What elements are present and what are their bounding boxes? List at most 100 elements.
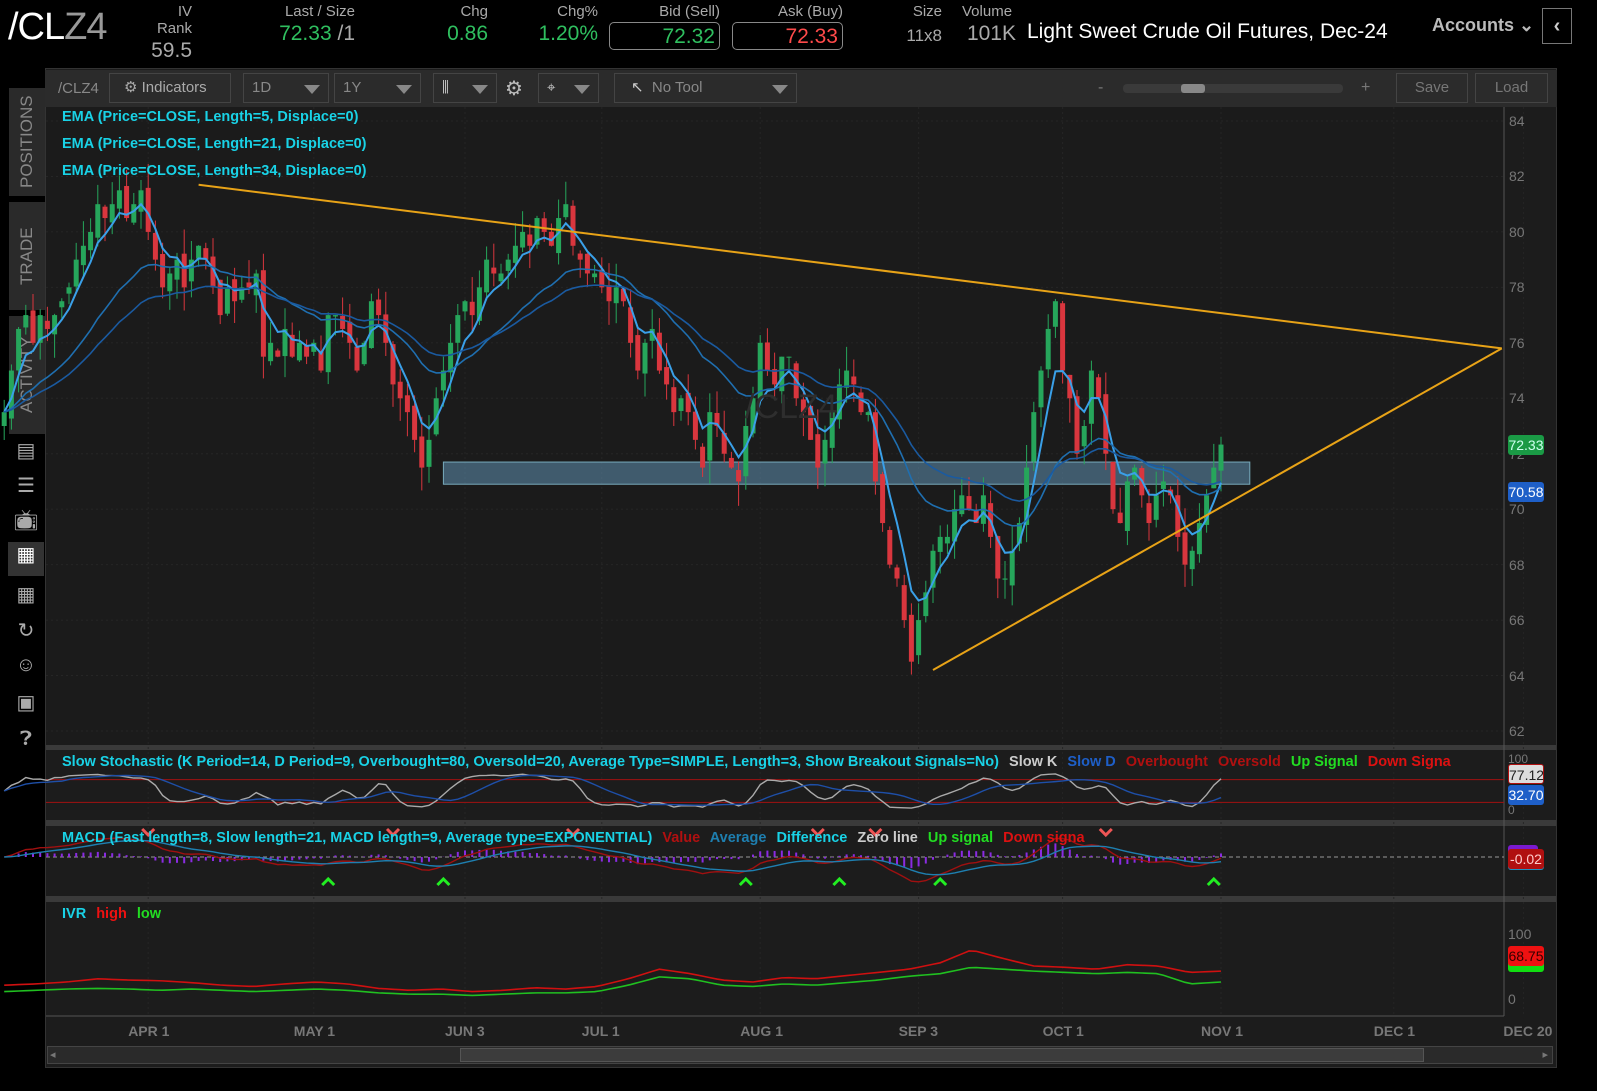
candle-body [664, 367, 669, 384]
time-axis-label: DEC 1 [1374, 1023, 1415, 1039]
price-axis-label: 70 [1509, 501, 1525, 517]
legend-item: Overbought [1122, 754, 1208, 770]
scrollbar-thumb[interactable] [460, 1048, 1424, 1062]
legend-item: Difference [772, 830, 847, 846]
ema34-label[interactable]: EMA (Price=CLOSE, Length=34, Displace=0) [62, 163, 366, 179]
candle-body [74, 260, 79, 287]
candle-body [268, 343, 273, 361]
candle-body [297, 343, 302, 361]
macd-up-signal-icon [740, 879, 752, 885]
ema21-label[interactable]: EMA (Price=CLOSE, Length=21, Displace=0) [62, 136, 366, 152]
ivr-low-line [4, 968, 1221, 996]
candle-body [412, 406, 417, 440]
horizontal-scrollbar[interactable]: ◂ ▸ [47, 1046, 1553, 1064]
macd-title: MACD (Fast length=8, Slow length=21, MAC… [62, 830, 652, 846]
candle-body [1096, 377, 1101, 398]
candle-body [1161, 481, 1166, 488]
candle-body [167, 274, 172, 292]
candle-body [1010, 551, 1015, 586]
candle-body [95, 204, 100, 237]
candle-body [880, 474, 885, 523]
ivr-high-tag: 68.75 [1508, 946, 1544, 966]
candle-body [1118, 513, 1123, 523]
candle-body [1031, 412, 1036, 461]
candle-body [1111, 462, 1116, 509]
time-axis-label: OCT 1 [1043, 1023, 1084, 1039]
candle-body [1003, 579, 1008, 580]
candle-body [81, 246, 86, 265]
legend-item: Value [658, 830, 700, 846]
candle-body [1211, 468, 1216, 489]
ivr-title: IVR [62, 906, 86, 922]
candle-body [585, 254, 590, 274]
slow-k-tag: 77.12 [1508, 764, 1544, 784]
pane-separator [46, 896, 1556, 902]
candle-body [31, 310, 36, 342]
candle-body [844, 371, 849, 388]
time-axis-label: AUG 1 [740, 1023, 783, 1039]
candle-body [175, 260, 180, 280]
candle-body [1125, 481, 1130, 531]
candle-body [484, 260, 489, 293]
candle-body [463, 301, 468, 311]
candle-body [333, 315, 338, 316]
candle-body [851, 376, 856, 384]
macd-up-signal-icon [1208, 879, 1220, 885]
price-axis-label: 80 [1509, 224, 1525, 240]
candle-body [1060, 303, 1065, 370]
time-axis-label: JUN 3 [445, 1023, 485, 1039]
candle-body [643, 343, 648, 374]
time-axis-label: MAY 1 [294, 1023, 335, 1039]
legend-item: Slow D [1063, 754, 1115, 770]
candle-body [67, 287, 72, 293]
legend-item: high [92, 906, 127, 922]
ivr-axis-min: 0 [1508, 991, 1516, 1007]
legend-item: Slow K [1005, 754, 1057, 770]
candle-body [499, 274, 504, 282]
ivr-header[interactable]: IVR high low [62, 906, 161, 922]
scroll-right-icon[interactable]: ▸ [1542, 1048, 1548, 1061]
pane-separator [46, 745, 1556, 750]
scroll-left-icon[interactable]: ◂ [50, 1048, 56, 1061]
legend-item: Up signal [924, 830, 993, 846]
pane-separator [46, 820, 1556, 826]
candle-body [671, 387, 676, 412]
macd-value-tag: -0.02 [1508, 849, 1544, 869]
candle-body [607, 285, 612, 301]
candle-body [355, 347, 360, 371]
candle-body [902, 585, 907, 620]
price-axis-label: 68 [1509, 557, 1525, 573]
candle-body [945, 537, 950, 544]
candle-body [59, 301, 64, 307]
candle-body [729, 458, 734, 468]
price-axis-label: 66 [1509, 612, 1525, 628]
candle-body [491, 268, 496, 274]
legend-item: Oversold [1214, 754, 1281, 770]
macd-up-signal-icon [934, 879, 946, 885]
candle-body [707, 412, 712, 460]
time-axis-label: JUL 1 [582, 1023, 620, 1039]
legend-item: Average [706, 830, 766, 846]
candle-body [16, 329, 21, 370]
candle-body [700, 447, 705, 468]
candle-body [1154, 495, 1159, 520]
candle-body [45, 321, 50, 329]
candle-body [1039, 371, 1044, 408]
macd-header[interactable]: MACD (Fast length=8, Slow length=21, MAC… [62, 830, 1085, 846]
last-price-tag: 72.33 [1508, 435, 1544, 455]
candle-body [909, 615, 914, 662]
candle-body [578, 254, 583, 260]
stoch-header[interactable]: Slow Stochastic (K Period=14, D Period=9… [62, 754, 1451, 770]
candle-body [153, 233, 158, 260]
slow-d-tag: 32.70 [1508, 785, 1544, 805]
macd-down-signal-icon [1100, 829, 1112, 835]
stoch-title: Slow Stochastic (K Period=14, D Period=9… [62, 754, 999, 770]
time-axis-label: NOV 1 [1201, 1023, 1243, 1039]
candle-body [916, 620, 921, 655]
candle-body [131, 204, 136, 222]
macd-up-signal-icon [322, 879, 334, 885]
candle-body [182, 254, 187, 288]
candle-body [110, 204, 115, 222]
candle-body [398, 382, 403, 399]
ema5-label[interactable]: EMA (Price=CLOSE, Length=5, Displace=0) [62, 109, 358, 125]
